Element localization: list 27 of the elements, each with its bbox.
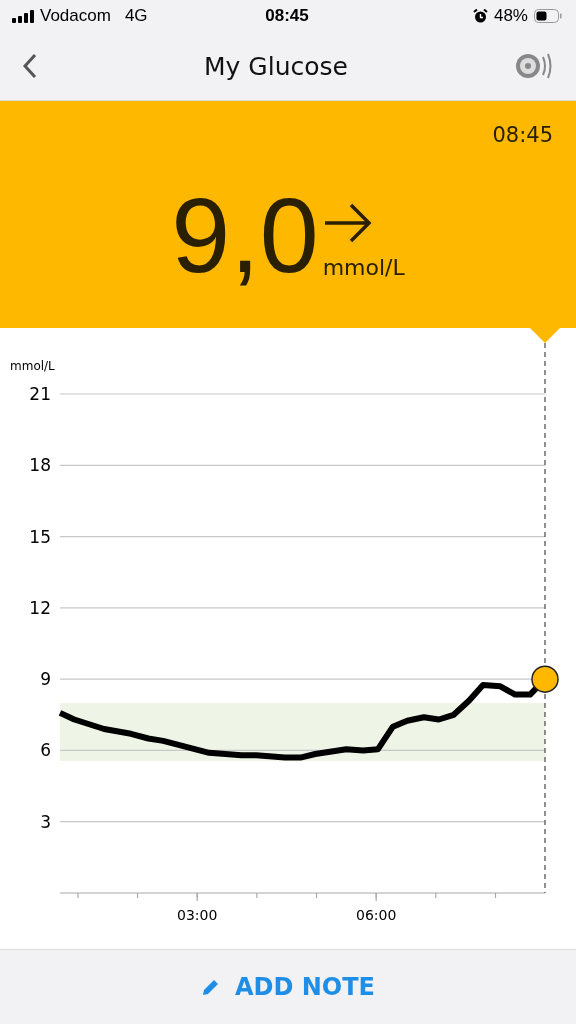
screen-title: My Glucose [204, 51, 348, 81]
y-axis-label: 12 [29, 597, 51, 618]
alarm-icon [472, 8, 488, 24]
y-axis-label: 9 [40, 669, 51, 690]
battery-icon [534, 9, 562, 23]
back-button[interactable] [22, 53, 38, 79]
network-type: 4G [124, 6, 148, 26]
pencil-icon [201, 977, 221, 997]
signal-icon [12, 9, 34, 23]
current-reading-dot [531, 665, 559, 693]
y-axis-label: 21 [29, 384, 51, 404]
add-note-button[interactable]: ADD NOTE [195, 972, 381, 1002]
glucose-value: 9,0 [171, 181, 319, 288]
y-axis-label: 6 [40, 740, 51, 761]
clock-time: 08:45 [265, 6, 309, 26]
y-axis-label: 3 [40, 811, 51, 832]
x-axis-label: 03:00 [177, 907, 218, 923]
battery-percent: 48% [493, 6, 528, 26]
right-arrow-icon [322, 202, 373, 243]
sensor-icon[interactable] [514, 51, 554, 81]
carrier-name: Vodacom [40, 6, 111, 26]
reading-time: 08:45 [492, 123, 553, 147]
x-axis-label: 06:00 [356, 907, 397, 923]
y-axis-label: 18 [29, 455, 51, 476]
glucose-unit: mmol/L [322, 254, 405, 280]
y-axis-label: 15 [29, 526, 51, 547]
y-axis-unit: mmol/L [10, 359, 55, 373]
